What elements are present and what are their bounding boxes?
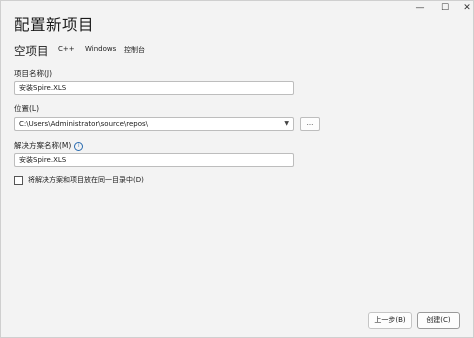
same-directory-label: 将解决方案和项目放在同一目录中(D) [28, 176, 144, 184]
chevron-down-icon[interactable]: ▼ [284, 118, 289, 130]
maximize-icon: ☐ [440, 3, 450, 13]
create-button[interactable]: 创建(C) [417, 312, 460, 329]
solution-name-label-row: 解决方案名称(M) i [14, 140, 84, 151]
project-template-name: 空项目 [14, 44, 49, 58]
solution-name-label: 解决方案名称(M) [14, 141, 72, 150]
location-label: 位置(L) [14, 104, 40, 113]
location-value: C:\Users\Administrator\source\repos\ [19, 120, 149, 128]
page-title: 配置新项目 [14, 16, 95, 34]
tag-language: C++ [58, 45, 75, 53]
location-combobox[interactable]: C:\Users\Administrator\source\repos\ ▼ [14, 117, 294, 131]
same-directory-checkbox[interactable] [14, 175, 23, 185]
solution-name-input[interactable]: 安装Spire.XLS [14, 153, 294, 167]
info-icon[interactable]: i [74, 141, 84, 151]
minimize-icon: — [415, 3, 425, 13]
minimize-button[interactable]: — [407, 1, 433, 15]
same-directory-option[interactable]: 将解决方案和项目放在同一目录中(D) [14, 175, 144, 185]
back-button[interactable]: 上一步(B) [368, 312, 412, 329]
tag-project-type: 控制台 [124, 46, 145, 54]
tag-platform: Windows [85, 45, 117, 53]
configure-project-window: — ☐ ✕ 配置新项目 空项目 C++ Windows 控制台 项目名称(J) … [0, 0, 474, 338]
browse-button[interactable]: ... [300, 117, 320, 131]
close-icon: ✕ [463, 3, 471, 13]
close-button[interactable]: ✕ [454, 1, 474, 15]
project-name-label: 项目名称(J) [14, 69, 53, 78]
project-name-input[interactable]: 安装Spire.XLS [14, 81, 294, 95]
